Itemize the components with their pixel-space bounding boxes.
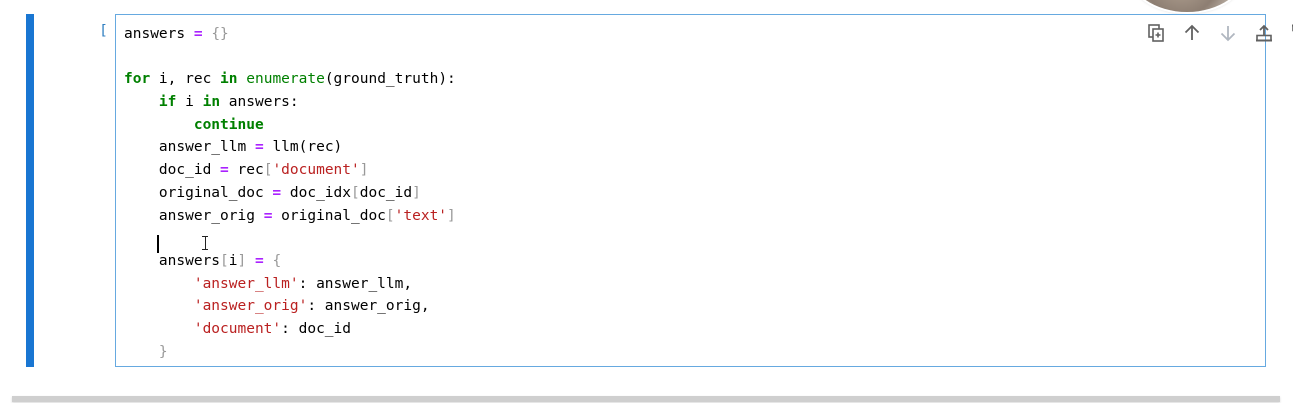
code-token: ] — [359, 162, 369, 179]
code-token: original_doc — [281, 207, 386, 224]
code-token: {} — [211, 26, 229, 42]
code-token: i — [228, 252, 238, 269]
code-token: rec — [237, 162, 264, 179]
code-token: 'text' — [394, 207, 448, 224]
code-token: [ — [351, 184, 360, 201]
code-token: 'document' — [193, 320, 282, 337]
code-token: original_doc — [158, 184, 264, 201]
code-token: = — [254, 139, 264, 156]
code-token: answer_llm — [158, 139, 247, 156]
move-up-button[interactable] — [1180, 21, 1204, 45]
code-line-12: 'answer_llm': answer_llm, — [124, 273, 456, 296]
code-line-1: answers = {} — [124, 23, 456, 46]
code-line-11: answers[i] = { — [124, 250, 456, 273]
notebook-page: [ ]: — [0, 0, 1293, 403]
code-token: answer_orig — [158, 207, 255, 224]
code-token: = — [220, 162, 229, 179]
code-editor[interactable]: answers = {} for i, rec in enumerate(grou… — [115, 14, 1293, 367]
insert-above-button[interactable] — [1252, 21, 1276, 45]
arrow-up-icon — [1184, 24, 1200, 40]
text-caret — [157, 235, 159, 253]
code-token: answers — [158, 252, 221, 269]
code-token: [ — [385, 207, 395, 224]
code-token: enumerate — [246, 71, 325, 88]
cell-collapser[interactable] — [26, 14, 34, 367]
duplicate-cell-button[interactable] — [1144, 21, 1168, 45]
code-token: in — [202, 94, 221, 111]
code-token: } — [158, 343, 168, 360]
code-token: ] — [447, 207, 456, 224]
code-token: : answer_orig, — [307, 298, 430, 315]
code-token: answers — [124, 26, 186, 42]
next-cell-edge — [12, 396, 1280, 402]
code-line-3: for i, rec in enumerate(ground_truth): — [124, 68, 456, 91]
code-token: [ — [220, 252, 229, 269]
code-token: continue — [193, 116, 264, 133]
code-line-15: } — [124, 341, 456, 364]
ibeam-cursor-icon — [202, 236, 208, 250]
code-token: llm(rec) — [272, 139, 343, 156]
code-token: answers: — [220, 94, 299, 111]
code-token: = — [272, 184, 282, 201]
avatar — [1128, 0, 1246, 12]
code-token: 'document' — [272, 162, 360, 179]
code-token: for — [124, 71, 151, 88]
code-line-4: if i in answers: — [124, 91, 456, 114]
code-token: doc_id — [158, 162, 212, 179]
duplicate-icon — [1148, 24, 1164, 42]
code-token: 'answer_orig' — [193, 298, 308, 315]
code-line-14: 'document': doc_id — [124, 318, 456, 341]
code-token: doc_id — [359, 184, 413, 201]
code-token: = — [263, 207, 273, 224]
code-token: (ground_truth): — [324, 71, 456, 88]
insert-below-button[interactable] — [1288, 21, 1293, 45]
insert-above-icon — [1256, 24, 1272, 42]
code-token: ] — [237, 252, 247, 269]
code-token: = — [254, 252, 264, 269]
code-line-5: continue — [124, 114, 456, 137]
code-token: doc_idx — [289, 184, 351, 201]
code-token: i, rec — [150, 71, 221, 88]
code-line-8: original_doc = doc_idx[doc_id] — [124, 182, 456, 205]
code-line-13: 'answer_orig': answer_orig, — [124, 295, 456, 318]
code-line-6: answer_llm = llm(rec) — [124, 136, 456, 159]
code-cell[interactable]: [ ]: — [24, 14, 1293, 367]
code-token: = — [193, 26, 203, 42]
code-line-7: doc_id = rec['document'] — [124, 159, 456, 182]
code-token: 'answer_llm' — [193, 275, 299, 292]
move-down-button[interactable] — [1216, 21, 1240, 45]
code-token: if — [158, 94, 177, 111]
arrow-down-icon — [1220, 26, 1236, 42]
code-token: in — [220, 71, 238, 88]
code-token: : doc_id — [281, 320, 351, 337]
code-content: answers = {} for i, rec in enumerate(grou… — [124, 23, 456, 363]
code-token: ] — [412, 184, 421, 201]
code-token: : answer_llm, — [298, 275, 413, 292]
code-line-9: answer_orig = original_doc['text'] — [124, 205, 456, 228]
code-token: { — [272, 252, 282, 269]
code-token: i — [176, 94, 203, 111]
cell-toolbar — [1144, 21, 1293, 45]
